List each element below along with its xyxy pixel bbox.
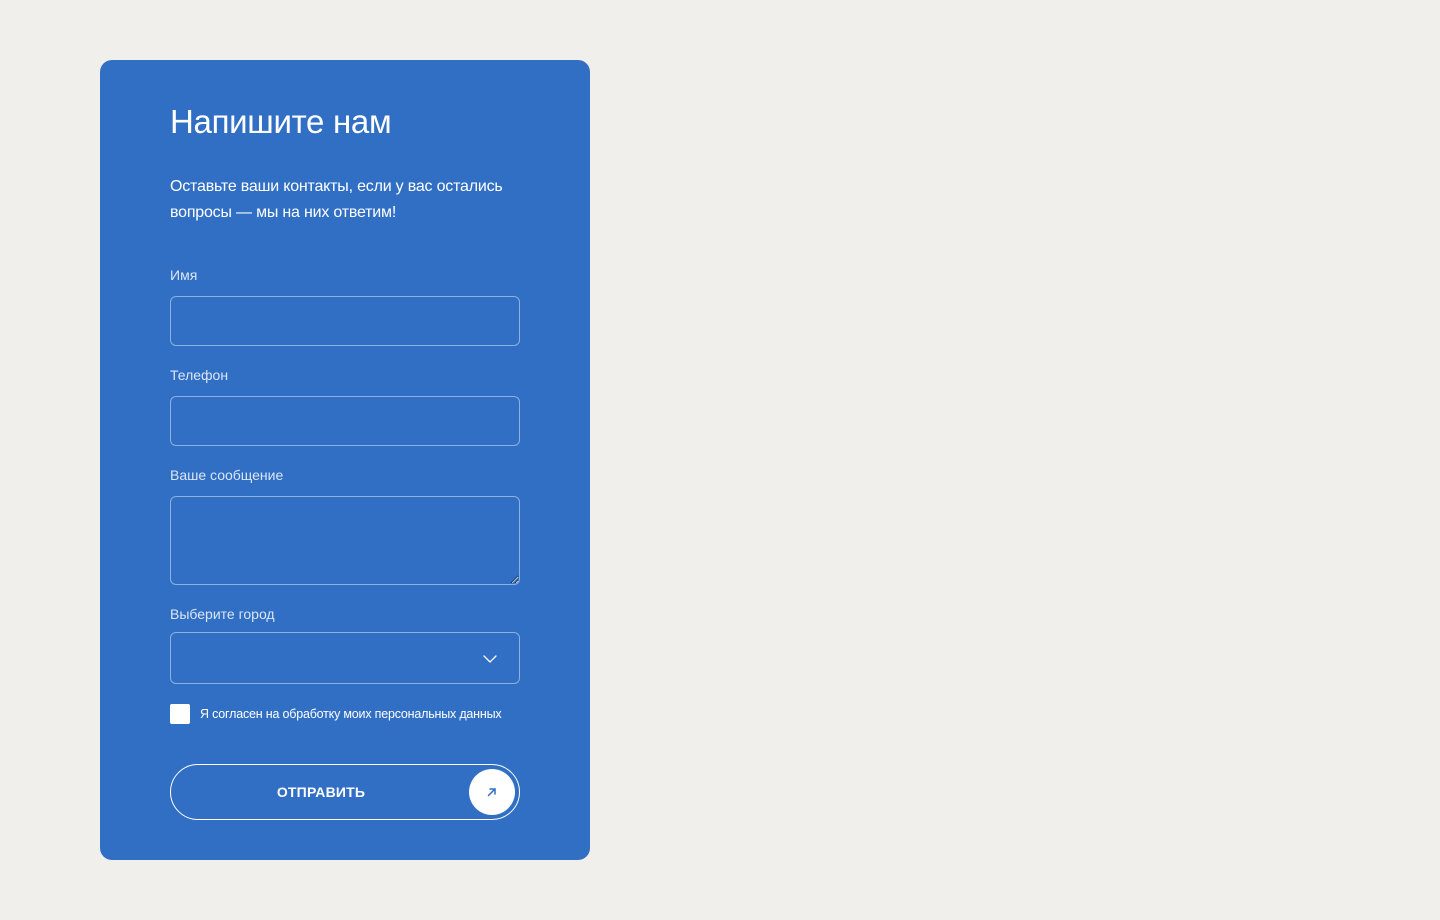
city-label: Выберите город [170, 606, 275, 622]
consent-checkbox[interactable] [170, 704, 190, 724]
consent-row[interactable]: Я согласен на обработку моих персональны… [170, 704, 502, 724]
submit-button[interactable]: ОТПРАВИТЬ [170, 764, 520, 820]
chevron-down-icon [483, 655, 497, 663]
message-label: Ваше сообщение [170, 467, 284, 483]
phone-input[interactable] [170, 396, 520, 446]
submit-label: ОТПРАВИТЬ [276, 784, 366, 800]
name-input[interactable] [170, 296, 520, 346]
message-textarea[interactable] [170, 496, 520, 585]
consent-text: Я согласен на обработку моих персональны… [200, 707, 502, 721]
form-title: Напишите нам [170, 103, 392, 140]
form-subtitle: Оставьте ваши контакты, если у вас остал… [170, 178, 503, 221]
arrow-up-right-icon [487, 788, 496, 797]
name-label: Имя [170, 267, 198, 283]
phone-label: Телефон [170, 367, 229, 383]
city-select[interactable] [170, 632, 520, 684]
submit-icon-circle [469, 769, 515, 815]
contact-form-card: Напишите нам Оставьте ваши контакты, есл… [100, 60, 590, 860]
